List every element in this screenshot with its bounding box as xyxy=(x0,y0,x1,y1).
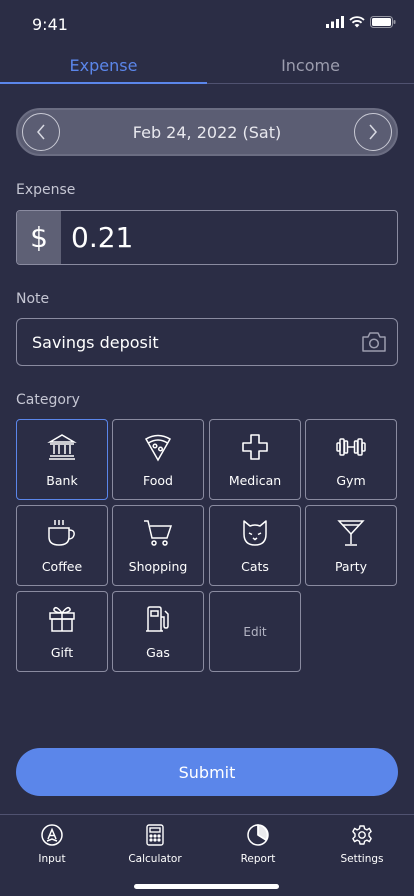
wifi-icon xyxy=(349,16,365,28)
currency-symbol: $ xyxy=(17,211,61,264)
category-shopping[interactable]: Shopping xyxy=(112,505,204,586)
input-icon xyxy=(41,824,63,846)
tab-income[interactable]: Income xyxy=(207,56,414,75)
nav-input-label: Input xyxy=(38,853,66,865)
submit-button[interactable]: Submit xyxy=(16,748,398,796)
category-gas[interactable]: Gas xyxy=(112,591,204,672)
nav-report-label: Report xyxy=(240,853,276,865)
calculator-icon xyxy=(146,824,164,846)
tab-expense[interactable]: Expense xyxy=(0,56,207,75)
category-label: Category xyxy=(16,392,80,408)
cocktail-icon xyxy=(337,520,365,546)
coffee-icon xyxy=(48,520,75,546)
category-label-gas: Gas xyxy=(146,645,170,660)
tab-bar: Expense Income xyxy=(0,48,414,84)
date-selector: Feb 24, 2022 (Sat) xyxy=(16,108,398,156)
expense-amount-field[interactable]: $ 0.21 xyxy=(16,210,398,265)
cat-icon xyxy=(243,520,267,546)
nav-calculator-label: Calculator xyxy=(128,853,182,865)
status-bar: 9:41 xyxy=(0,0,414,48)
category-edit-button[interactable]: Edit xyxy=(209,591,301,672)
dumbbell-icon xyxy=(336,438,366,456)
bank-icon xyxy=(47,434,77,460)
nav-report[interactable]: Report xyxy=(218,823,298,865)
cart-icon xyxy=(144,520,173,546)
category-label-gift: Gift xyxy=(50,645,74,660)
date-label[interactable]: Feb 24, 2022 (Sat) xyxy=(18,123,396,142)
category-label-food: Food xyxy=(143,473,173,488)
category-cats[interactable]: Cats xyxy=(209,505,301,586)
note-value[interactable]: Savings deposit xyxy=(32,333,159,352)
status-icons xyxy=(326,16,396,28)
status-time: 9:41 xyxy=(32,15,68,34)
gas-pump-icon xyxy=(146,606,169,632)
category-label-bank: Bank xyxy=(46,473,78,488)
category-label-shopping: Shopping xyxy=(128,559,188,574)
pie-chart-icon xyxy=(247,824,269,846)
nav-settings[interactable]: Settings xyxy=(322,823,402,865)
category-label-gym: Gym xyxy=(336,473,366,488)
category-bank[interactable]: Bank xyxy=(16,419,108,500)
home-indicator xyxy=(134,884,279,889)
medical-cross-icon xyxy=(242,434,268,460)
category-party[interactable]: Party xyxy=(305,505,397,586)
note-field[interactable]: Savings deposit xyxy=(16,318,398,366)
nav-input[interactable]: Input xyxy=(12,823,92,865)
gift-icon xyxy=(49,606,75,632)
battery-icon xyxy=(370,16,396,28)
expense-label: Expense xyxy=(16,182,76,198)
category-label-medican: Medican xyxy=(228,473,282,488)
pizza-icon xyxy=(144,434,172,462)
category-gym[interactable]: Gym xyxy=(305,419,397,500)
category-label-cats: Cats xyxy=(241,559,269,574)
category-label-party: Party xyxy=(334,559,368,574)
signal-icon xyxy=(326,16,344,28)
nav-calculator[interactable]: Calculator xyxy=(115,823,195,865)
nav-settings-label: Settings xyxy=(340,853,384,865)
active-tab-indicator xyxy=(0,82,207,84)
expense-amount-value[interactable]: 0.21 xyxy=(71,221,133,254)
category-gift[interactable]: Gift xyxy=(16,591,108,672)
camera-icon[interactable] xyxy=(361,330,387,354)
gear-icon xyxy=(352,825,372,845)
note-label: Note xyxy=(16,291,50,307)
category-medican[interactable]: Medican xyxy=(209,419,301,500)
chevron-right-icon xyxy=(369,124,377,140)
category-coffee[interactable]: Coffee xyxy=(16,505,108,586)
category-edit-label: Edit xyxy=(243,625,267,639)
category-label-coffee: Coffee xyxy=(41,559,83,574)
next-date-button[interactable] xyxy=(354,113,392,151)
category-food[interactable]: Food xyxy=(112,419,204,500)
